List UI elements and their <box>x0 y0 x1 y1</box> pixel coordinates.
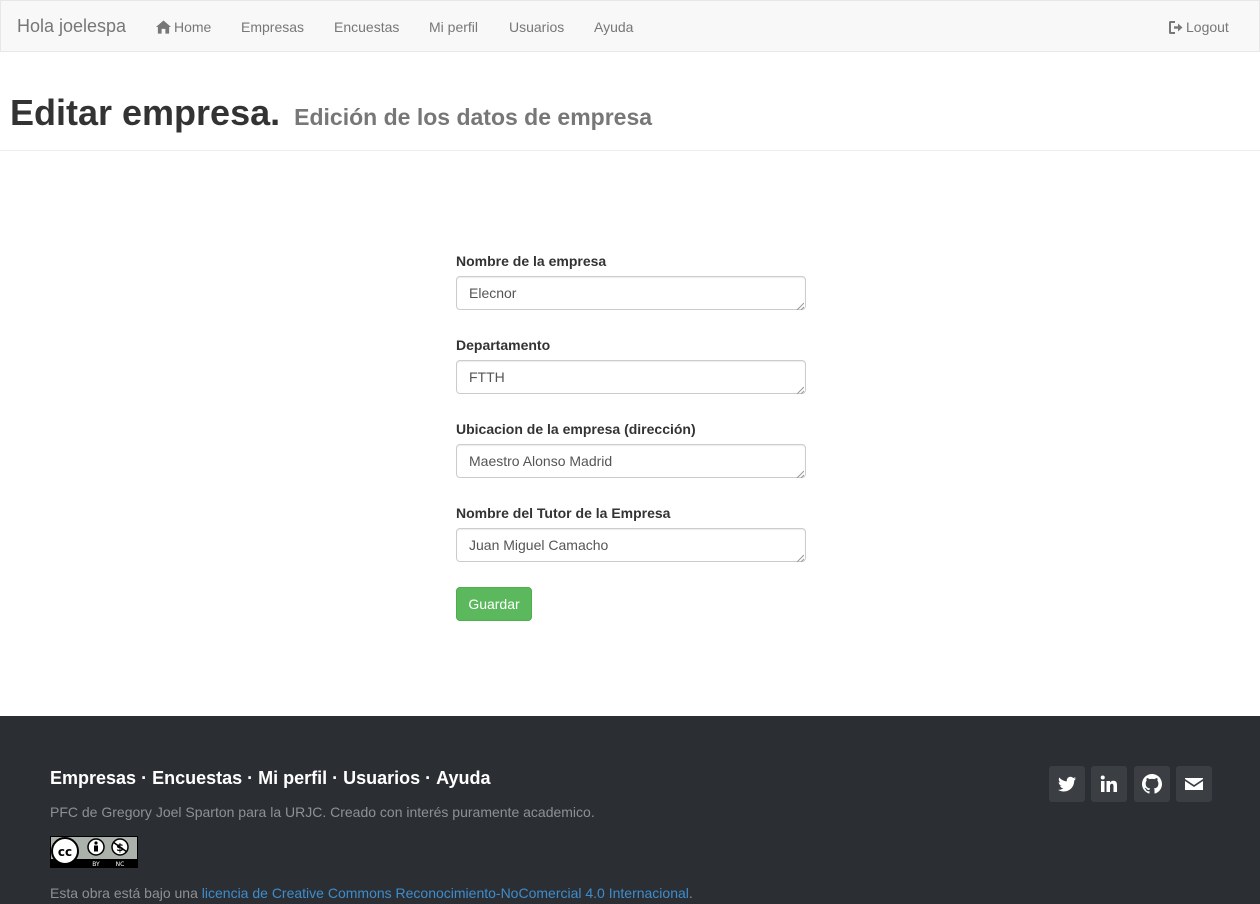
email-button[interactable] <box>1176 766 1212 802</box>
footer-nav: Empresas · Encuestas · Mi perfil · Usuarios · Ay… <box>50 768 491 789</box>
resize-grip-icon[interactable] <box>796 554 804 562</box>
logout-icon <box>1169 21 1183 34</box>
linkedin-button[interactable] <box>1091 766 1127 802</box>
github-icon <box>1142 774 1162 794</box>
nav-item-empresas[interactable]: Empresas <box>241 19 304 35</box>
top-navbar: Hola joelespa Home Empresas Encuestas Mi… <box>0 0 1260 52</box>
cc-badge-by: BY <box>92 861 100 868</box>
footer-credit: PFC de Gregory Joel Sparton para la URJC… <box>50 804 595 820</box>
nav-item-usuarios[interactable]: Usuarios <box>509 19 564 35</box>
twitter-button[interactable] <box>1049 766 1085 802</box>
license-prefix: Esta obra está bajo una <box>50 885 202 901</box>
footer-separator: · <box>247 768 254 788</box>
footer-link-mi-perfil[interactable]: Mi perfil <box>258 768 327 788</box>
footer: Empresas · Encuestas · Mi perfil · Usuarios · Ay… <box>0 716 1260 904</box>
nav-item-encuestas[interactable]: Encuestas <box>334 19 399 35</box>
cc-badge-nc: NC <box>116 861 125 868</box>
license-suffix: . <box>688 885 693 901</box>
page-title: Editar empresa. Edición de los datos de … <box>10 92 652 134</box>
home-icon <box>156 20 171 34</box>
company-name-input[interactable]: Elecnor <box>456 276 806 310</box>
cc-badge-cc: cc <box>58 845 72 859</box>
department-label: Departamento <box>456 337 551 353</box>
nav-item-home-label: Home <box>174 19 212 35</box>
address-group: Ubicacion de la empresa (dirección) Maes… <box>456 420 806 478</box>
license-text: Esta obra está bajo una licencia de Crea… <box>50 885 693 901</box>
save-button[interactable]: Guardar <box>456 587 532 621</box>
resize-grip-icon[interactable] <box>796 302 804 310</box>
footer-separator: · <box>425 768 432 788</box>
tutor-input[interactable]: Juan Miguel Camacho <box>456 528 806 562</box>
department-group: Departamento FTTH <box>456 336 806 394</box>
address-input[interactable]: Maestro Alonso Madrid <box>456 444 806 478</box>
logout-link[interactable]: Logout <box>1169 19 1229 35</box>
twitter-icon <box>1058 776 1076 792</box>
github-button[interactable] <box>1134 766 1170 802</box>
tutor-label: Nombre del Tutor de la Empresa <box>456 505 671 521</box>
envelope-icon <box>1185 778 1203 790</box>
resize-grip-icon[interactable] <box>796 470 804 478</box>
nav-item-home[interactable]: Home <box>156 19 211 35</box>
footer-link-empresas[interactable]: Empresas <box>50 768 136 788</box>
company-name-group: Nombre de la empresa Elecnor <box>456 252 806 310</box>
resize-grip-icon[interactable] <box>796 386 804 394</box>
footer-link-usuarios[interactable]: Usuarios <box>343 768 420 788</box>
department-input[interactable]: FTTH <box>456 360 806 394</box>
footer-separator: · <box>141 768 148 788</box>
navbar-brand[interactable]: Hola joelespa <box>17 16 126 37</box>
page-title-text: Editar empresa. <box>10 92 281 133</box>
nav-item-ayuda[interactable]: Ayuda <box>594 19 633 35</box>
logout-label: Logout <box>1186 19 1229 35</box>
creative-commons-badge[interactable]: cc $ BY NC <box>50 836 138 868</box>
license-link[interactable]: licencia de Creative Commons Reconocimie… <box>202 885 689 901</box>
tutor-group: Nombre del Tutor de la Empresa Juan Migu… <box>456 504 806 562</box>
footer-link-ayuda[interactable]: Ayuda <box>436 768 490 788</box>
address-label: Ubicacion de la empresa (dirección) <box>456 421 696 437</box>
page-header: Editar empresa. Edición de los datos de … <box>0 52 1260 151</box>
nav-item-mi-perfil[interactable]: Mi perfil <box>429 19 478 35</box>
page-subtitle: Edición de los datos de empresa <box>294 104 653 130</box>
footer-separator: · <box>332 768 339 788</box>
footer-link-encuestas[interactable]: Encuestas <box>152 768 242 788</box>
company-name-label: Nombre de la empresa <box>456 253 607 269</box>
linkedin-icon <box>1100 775 1117 792</box>
